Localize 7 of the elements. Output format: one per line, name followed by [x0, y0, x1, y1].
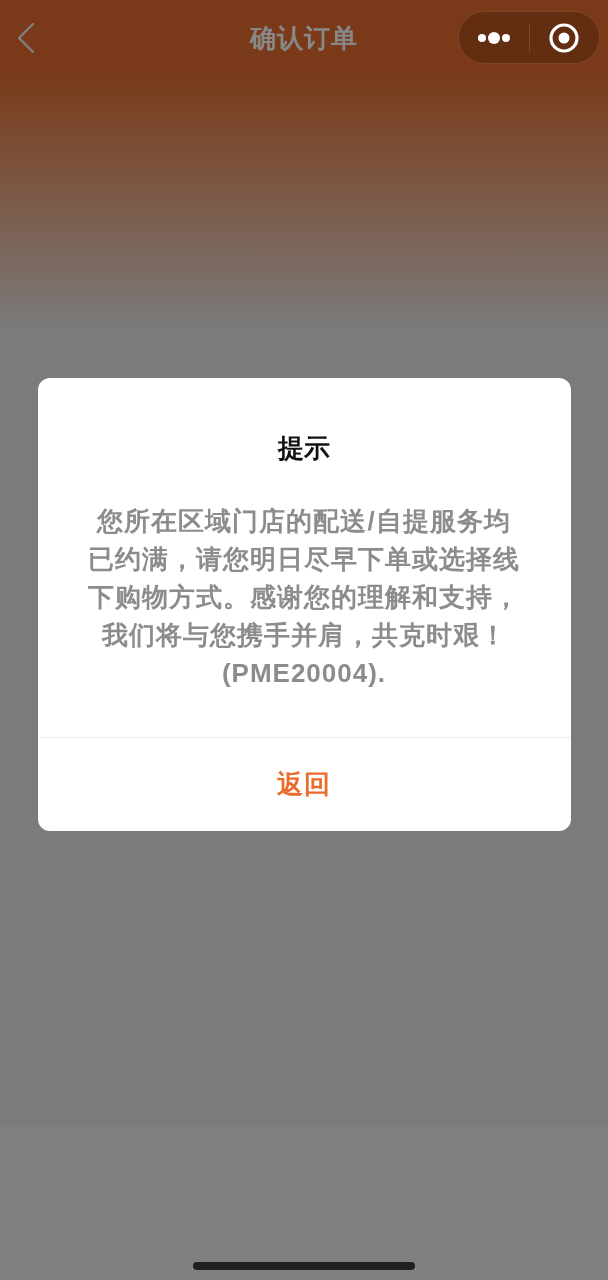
- target-icon: [549, 22, 580, 53]
- dialog-title: 提示: [278, 432, 330, 465]
- dialog-message: 您所在区域门店的配送/自提服务均已约满，请您明日尽早下单或选择线下购物方式。感谢您的理解和支持，我们将与您携手并肩，共克时艰！(PME20004).: [87, 505, 521, 690]
- back-dialog-button[interactable]: 返回: [37, 738, 571, 831]
- back-chevron-icon: [17, 21, 35, 54]
- page-title: 确认订单: [250, 21, 358, 55]
- more-dots-icon: [476, 31, 511, 44]
